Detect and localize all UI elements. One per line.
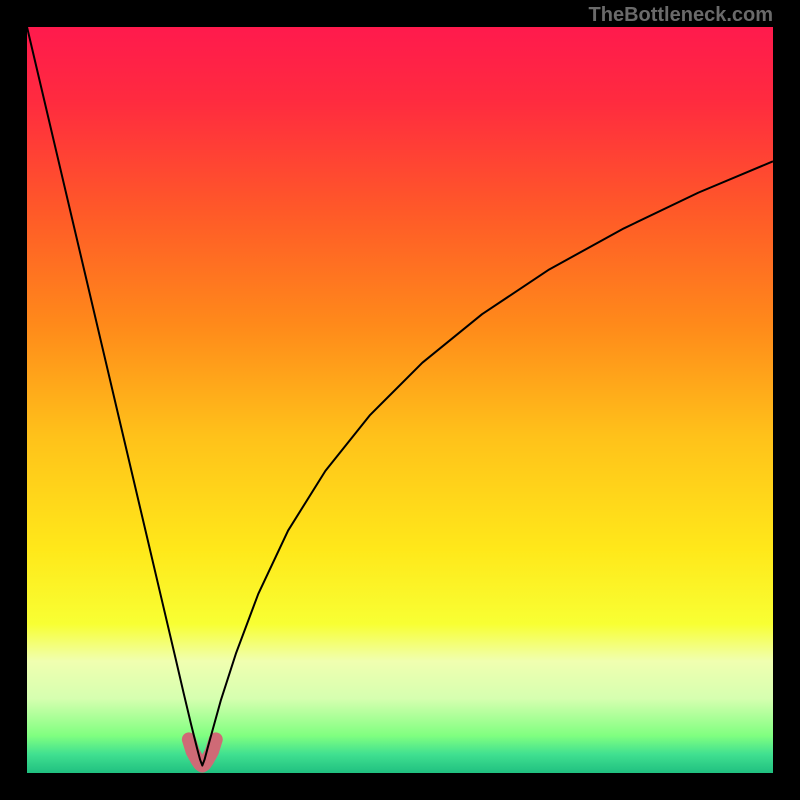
watermark: TheBottleneck.com: [589, 4, 773, 26]
bottleneck-chart: TheBottleneck.com: [0, 0, 800, 800]
chart-svg: TheBottleneck.com: [0, 0, 800, 800]
plot-background: [27, 27, 773, 773]
